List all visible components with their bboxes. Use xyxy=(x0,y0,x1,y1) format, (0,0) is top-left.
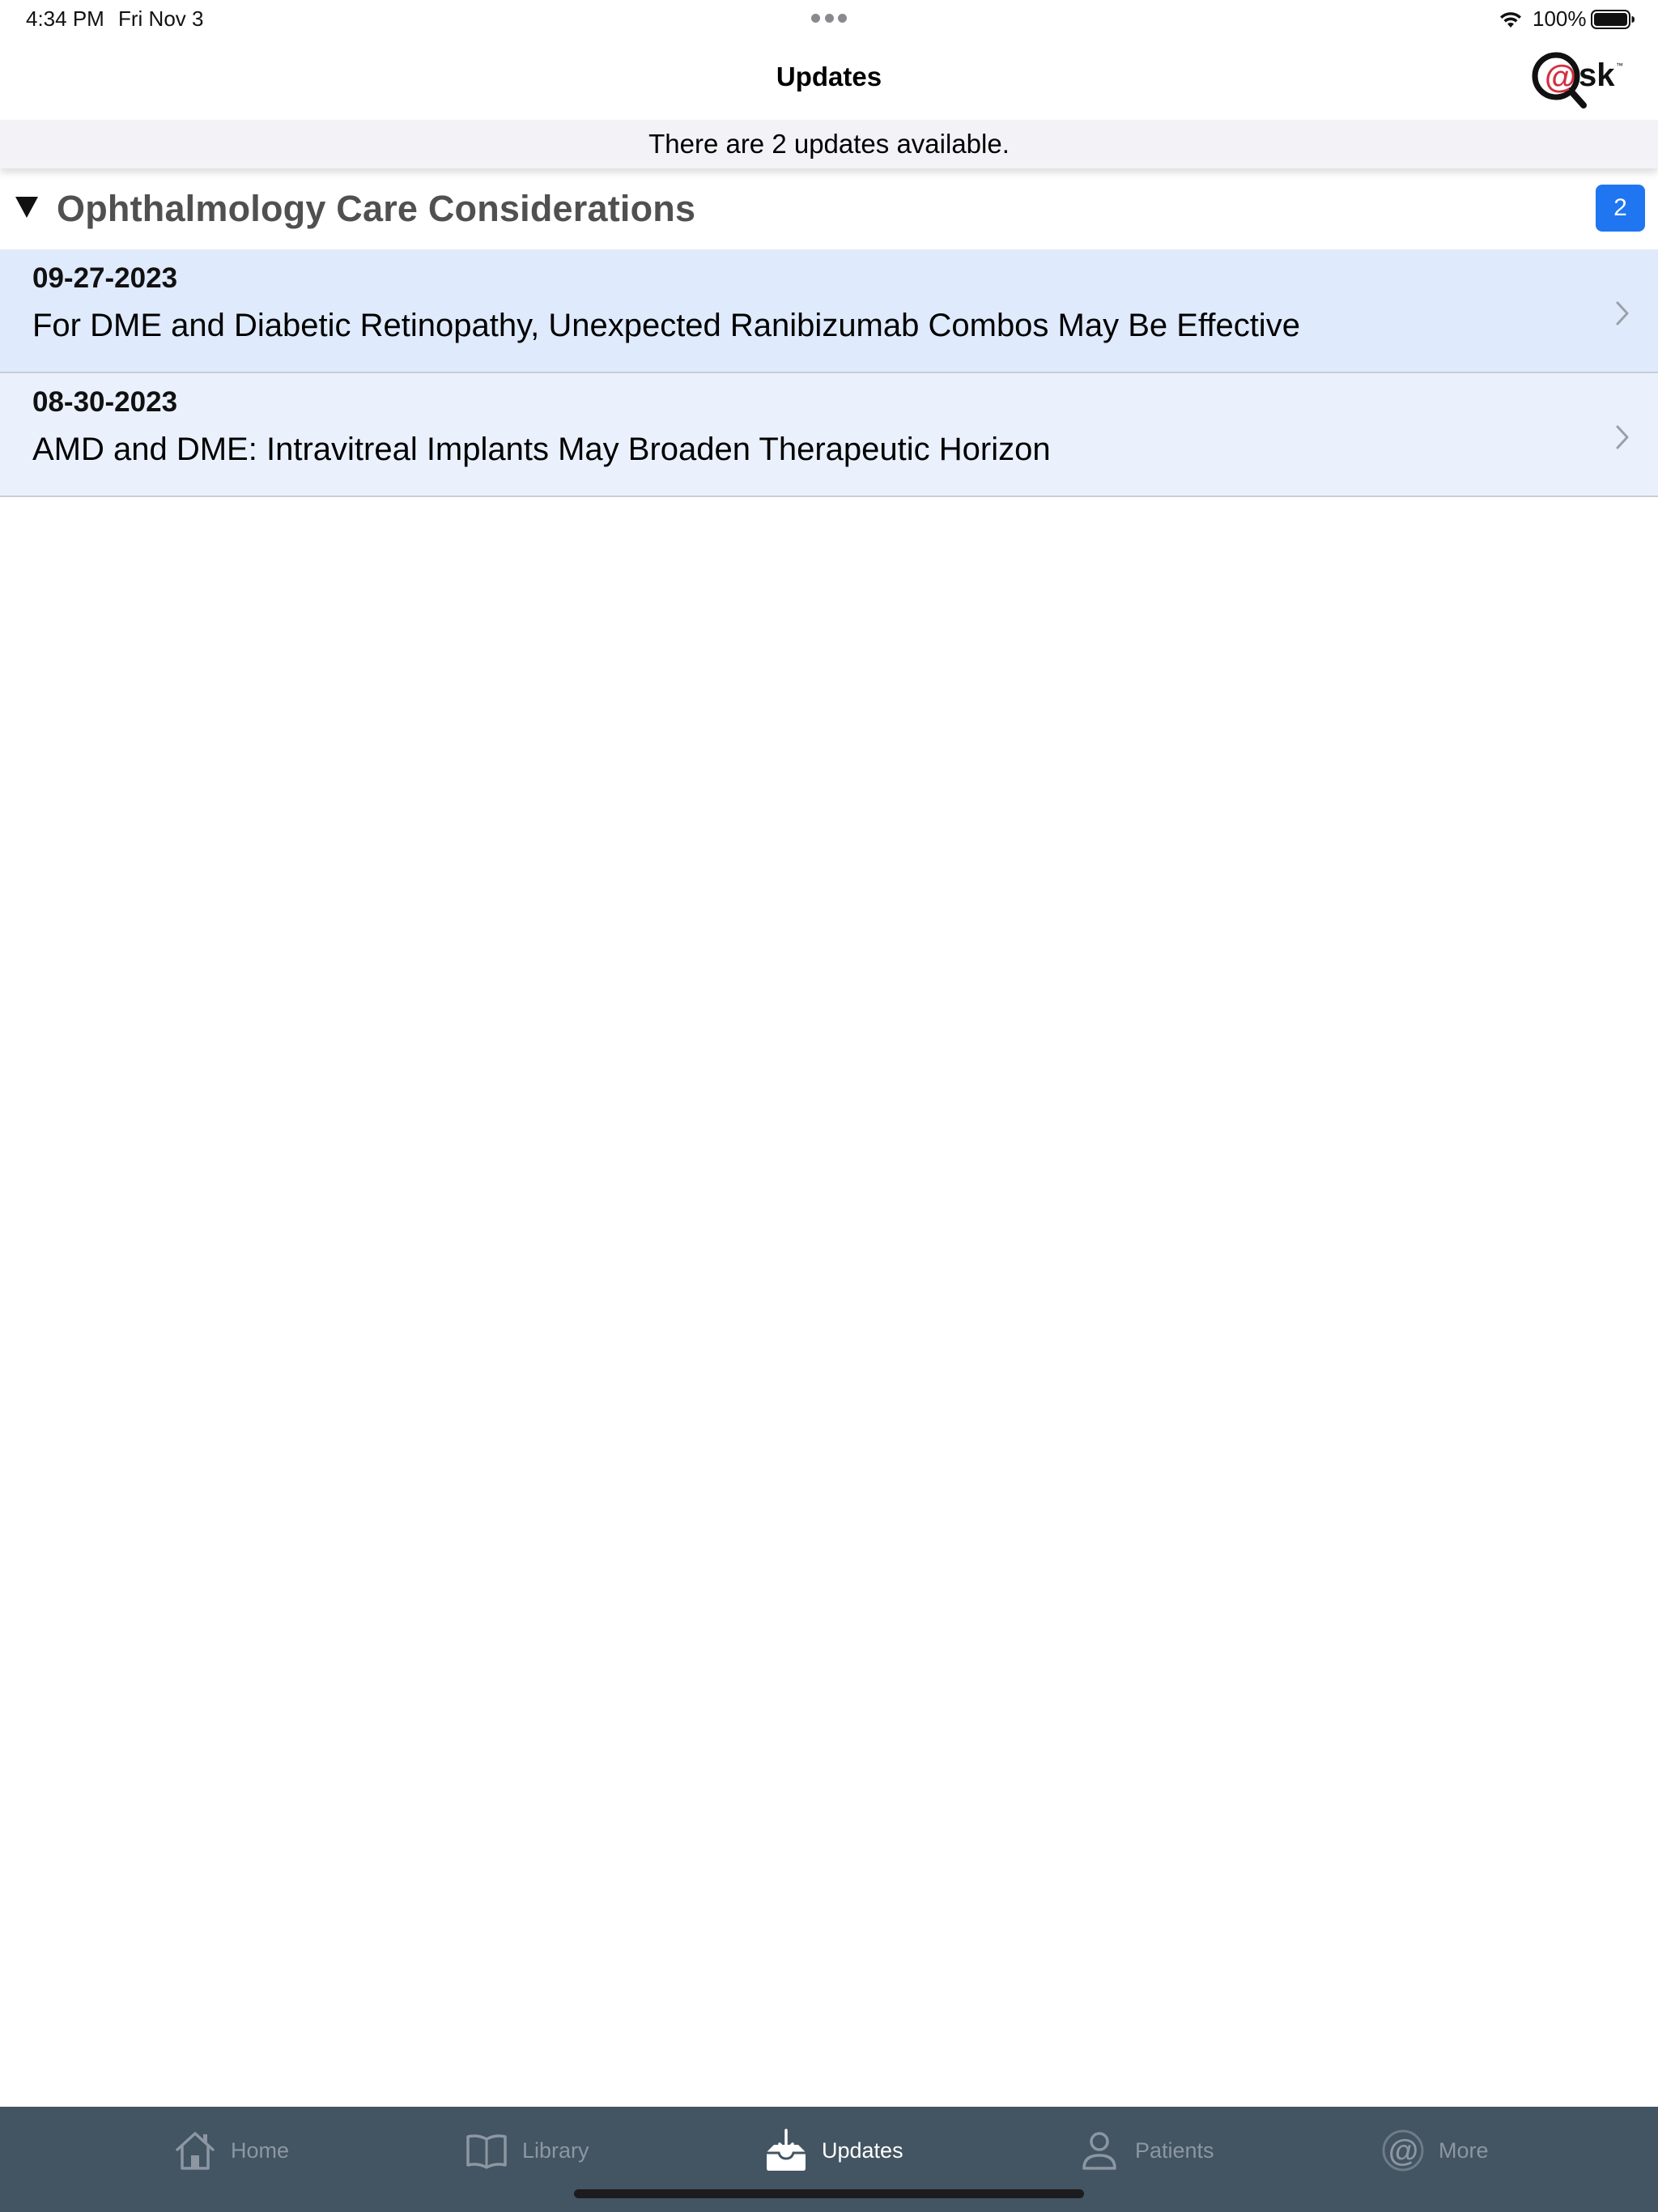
inbox-download-icon xyxy=(767,2129,806,2171)
home-icon xyxy=(176,2132,215,2170)
status-time: 4:34 PM xyxy=(26,6,104,31)
count-badge: 2 xyxy=(1596,185,1645,232)
book-icon xyxy=(466,2134,507,2169)
banner-text: There are 2 updates available. xyxy=(648,129,1010,159)
tab-more[interactable]: @ More xyxy=(1380,2126,1489,2175)
disclosure-triangle-icon[interactable] xyxy=(15,196,39,219)
at-icon: @ xyxy=(1382,2129,1424,2172)
logo-at-symbol: @ xyxy=(1545,59,1576,95)
update-title: AMD and DME: Intravitreal Implants May B… xyxy=(32,432,1051,467)
section-header[interactable]: Ophthalmology Care Considerations 2 xyxy=(0,172,1658,249)
logo-sk-text: sk xyxy=(1579,57,1615,93)
tab-label: Library xyxy=(522,2138,589,2163)
status-date: Fri Nov 3 xyxy=(118,6,204,31)
tab-patients[interactable]: Patients xyxy=(1077,2126,1214,2175)
update-row[interactable]: 09-27-2023 For DME and Diabetic Retinopa… xyxy=(0,249,1658,373)
chevron-right-icon xyxy=(1616,301,1629,325)
chevron-right-icon xyxy=(1616,425,1629,449)
update-title: For DME and Diabetic Retinopathy, Unexpe… xyxy=(32,308,1300,343)
ask-logo-icon[interactable]: @ sk ™ xyxy=(1530,49,1627,110)
tab-home[interactable]: Home xyxy=(172,2126,289,2175)
tab-label: More xyxy=(1439,2138,1489,2163)
tab-label: Updates xyxy=(822,2138,903,2163)
battery-icon xyxy=(1591,10,1635,29)
update-date: 09-27-2023 xyxy=(32,262,178,294)
updates-banner: There are 2 updates available. xyxy=(0,120,1658,168)
page-title: Updates xyxy=(776,62,882,91)
tab-label: Patients xyxy=(1135,2138,1214,2163)
svg-text:@: @ xyxy=(1388,2134,1418,2168)
section-title: Ophthalmology Care Considerations xyxy=(57,188,696,229)
logo-trademark: ™ xyxy=(1616,62,1623,70)
multitasking-dots-icon[interactable] xyxy=(811,14,847,23)
navigation-bar: Updates @ sk ™ xyxy=(0,39,1658,120)
status-bar: 4:34 PM Fri Nov 3 100% xyxy=(0,0,1658,39)
tab-label: Home xyxy=(231,2138,290,2163)
update-row[interactable]: 08-30-2023 AMD and DME: Intravitreal Imp… xyxy=(0,373,1658,497)
home-indicator[interactable] xyxy=(574,2189,1084,2198)
wifi-icon xyxy=(1500,12,1521,28)
update-date: 08-30-2023 xyxy=(32,386,178,418)
tab-library[interactable]: Library xyxy=(464,2126,589,2175)
person-icon xyxy=(1082,2132,1116,2170)
battery-percentage: 100% xyxy=(1533,6,1587,31)
tab-updates[interactable]: Updates xyxy=(763,2126,903,2175)
